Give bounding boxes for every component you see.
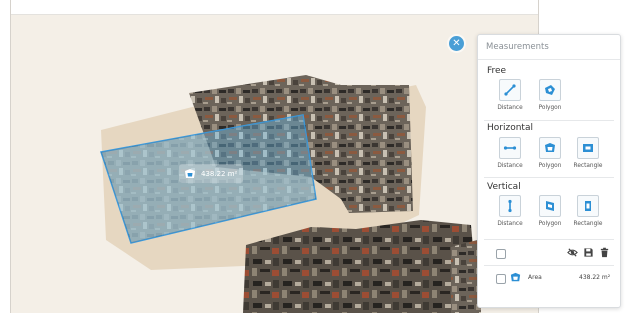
select-all-checkbox[interactable] xyxy=(496,249,506,259)
eye-off-icon[interactable] xyxy=(567,247,578,258)
title-divider xyxy=(478,59,620,60)
divider xyxy=(484,239,614,240)
trash-icon[interactable] xyxy=(599,247,610,258)
vertical-rectangle-button[interactable]: Rectangle xyxy=(571,195,605,227)
area-icon xyxy=(185,168,195,178)
free-distance-button[interactable]: Distance xyxy=(493,79,527,111)
divider xyxy=(484,265,614,266)
section-horizontal-heading: Horizontal xyxy=(487,123,533,133)
vertical-polygon-button[interactable]: Polygon xyxy=(533,195,567,227)
horizontal-distance-icon xyxy=(503,146,517,150)
polygon-icon xyxy=(545,85,555,95)
panel-title: Measurements xyxy=(486,42,549,52)
point-cloud-map[interactable] xyxy=(11,15,538,313)
free-polygon-button[interactable]: Polygon xyxy=(533,79,567,111)
area-value: 438.22 m² xyxy=(201,169,238,178)
horizontal-rectangle-button[interactable]: Rectangle xyxy=(571,137,605,169)
line-distance-icon xyxy=(504,84,516,96)
divider xyxy=(484,177,614,178)
vertical-distance-icon xyxy=(508,199,512,213)
rectangle-icon xyxy=(585,201,591,211)
divider xyxy=(484,120,614,121)
polygon-icon xyxy=(546,201,554,211)
area-measurement-label[interactable]: 438.22 m² xyxy=(179,164,244,183)
top-bar xyxy=(11,0,538,15)
section-free-heading: Free xyxy=(487,66,507,76)
measurements-panel: Measurements Free Distance Polygon Horiz… xyxy=(477,34,621,308)
vertical-distance-button[interactable]: Distance xyxy=(493,195,527,227)
close-icon[interactable]: ✕ xyxy=(449,36,464,51)
area-icon xyxy=(510,272,521,282)
map-viewport[interactable]: ✕ 438.22 m² xyxy=(10,0,539,313)
section-vertical-heading: Vertical xyxy=(487,182,521,192)
horizontal-polygon-button[interactable]: Polygon xyxy=(533,137,567,169)
polygon-icon xyxy=(545,143,555,152)
row-checkbox[interactable] xyxy=(496,274,506,284)
save-icon[interactable] xyxy=(583,247,594,258)
horizontal-distance-button[interactable]: Distance xyxy=(493,137,527,169)
rectangle-icon xyxy=(583,144,593,152)
measurement-value: 438.22 m² xyxy=(579,274,611,281)
measurement-name[interactable]: Area xyxy=(528,274,542,281)
